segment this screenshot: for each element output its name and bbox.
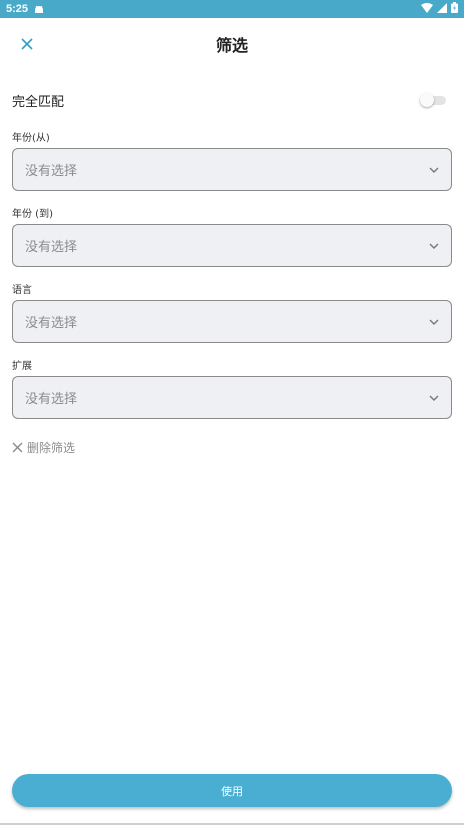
android-notification-icon xyxy=(34,5,44,14)
wifi-icon xyxy=(421,2,433,16)
apply-button[interactable]: 使用 xyxy=(12,774,452,807)
page-title: 筛选 xyxy=(215,36,248,55)
chevron-down-icon xyxy=(429,319,439,325)
extension-select[interactable]: 没有选择 xyxy=(12,376,452,419)
battery-icon xyxy=(451,2,458,16)
year-to-label: 年份 (到) xyxy=(12,209,53,220)
header: 筛选 xyxy=(0,18,464,70)
chevron-down-icon xyxy=(429,243,439,249)
year-from-select[interactable]: 没有选择 xyxy=(12,148,452,191)
year-from-value: 没有选择 xyxy=(25,164,78,179)
language-select[interactable]: 没有选择 xyxy=(12,300,452,343)
exact-match-label: 完全匹配 xyxy=(12,94,65,110)
language-field: 语言 没有选择 xyxy=(12,284,452,343)
close-icon xyxy=(12,438,23,457)
language-label: 语言 xyxy=(12,285,32,296)
clear-filters-label: 删除筛选 xyxy=(27,441,76,455)
apply-button-label: 使用 xyxy=(221,784,243,798)
exact-match-row: 完全匹配 xyxy=(12,88,452,112)
year-to-field: 年份 (到) 没有选择 xyxy=(12,208,452,267)
extension-field: 扩展 没有选择 xyxy=(12,360,452,419)
language-value: 没有选择 xyxy=(25,316,78,331)
year-to-select[interactable]: 没有选择 xyxy=(12,224,452,267)
switch-thumb xyxy=(420,93,434,107)
extension-value: 没有选择 xyxy=(25,392,78,407)
signal-icon xyxy=(437,2,447,16)
year-from-label: 年份(从) xyxy=(12,133,50,144)
clear-filters-button[interactable]: 删除筛选 xyxy=(12,438,75,457)
status-icons xyxy=(421,2,458,16)
status-time: 5:25 xyxy=(6,3,29,15)
year-from-field: 年份(从) 没有选择 xyxy=(12,132,452,191)
year-to-value: 没有选择 xyxy=(25,240,78,255)
chevron-down-icon xyxy=(429,167,439,173)
exact-match-switch[interactable] xyxy=(420,93,446,107)
chevron-down-icon xyxy=(429,395,439,401)
extension-label: 扩展 xyxy=(12,361,32,372)
status-bar: 5:25 xyxy=(0,0,464,18)
